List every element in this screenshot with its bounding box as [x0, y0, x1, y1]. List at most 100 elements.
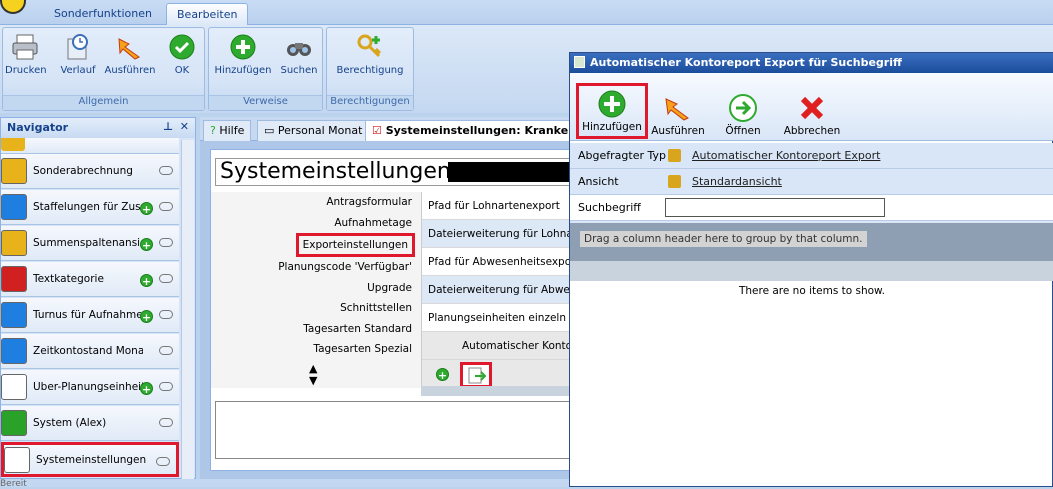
visibility-icon[interactable] [159, 346, 173, 355]
dialog-toolbar: Hinzufügen Ausführen Öffnen Abbrechen [570, 73, 1053, 141]
tab-sonderfunktionen[interactable]: Sonderfunktionen [44, 3, 162, 25]
visibility-icon[interactable] [159, 202, 173, 211]
nav-item[interactable]: Systemeinstellungen [1, 442, 179, 477]
settings-detail-item[interactable]: Dateierweiterung für Lohnarte [422, 220, 581, 248]
settings-category-item[interactable]: Schnittstellen [211, 298, 415, 319]
nav-item[interactable]: Zeitkontostand Monat [1, 334, 179, 369]
nav-item-label: Sonderabrechnung [33, 165, 133, 177]
cube-icon [1, 138, 25, 151]
history-button[interactable]: Verlauf [55, 31, 101, 76]
settings-detail-item[interactable]: Dateierweiterung für Abwesen [422, 276, 581, 304]
dialog-open-button[interactable]: Öffnen [718, 91, 768, 137]
group-by-band: Drag a column header here to group by th… [570, 223, 1053, 261]
scroll-down-icon[interactable]: ▼ [309, 374, 317, 387]
add-button[interactable]: Hinzufügen [211, 31, 275, 76]
pin-icon[interactable]: ⊥ [163, 120, 173, 133]
nav-item[interactable]: Textkategorie + [1, 262, 179, 297]
app-logo-icon[interactable] [0, 0, 26, 14]
key-icon [354, 31, 386, 63]
nav-item[interactable]: Turnus für Aufnahmeta + [1, 298, 179, 333]
settings-category-item[interactable]: Tagesarten Standard [211, 319, 415, 340]
visibility-icon[interactable] [159, 166, 173, 175]
nav-item-icon [1, 410, 27, 436]
cube-icon [668, 175, 681, 188]
nav-item[interactable]: System (Alex) [1, 406, 179, 441]
check-icon [166, 31, 198, 63]
visibility-icon[interactable] [159, 382, 173, 391]
dialog-cancel-button[interactable]: Abbrechen [780, 91, 844, 137]
view-value-link[interactable]: Standardansicht [692, 175, 782, 188]
nav-item[interactable]: Staffelungen für Zusatz+ [1, 190, 179, 225]
visibility-icon[interactable] [159, 238, 173, 247]
view-label: Ansicht [578, 175, 619, 188]
export-button[interactable] [460, 362, 492, 386]
page-title: Systemeinstellungen: [215, 158, 578, 186]
settings-detail-item[interactable]: Pfad für Abwesenheitsexport [422, 248, 581, 276]
tab-personal-monat[interactable]: ▭ Personal Monat [257, 120, 370, 141]
settings-category-item[interactable]: Antragsformular [211, 192, 415, 213]
navigator-scrollbar[interactable] [181, 140, 194, 480]
binoculars-icon [283, 31, 315, 63]
redacted-block [448, 162, 578, 182]
settings-category-item[interactable]: Exporteinstellungen [295, 233, 415, 257]
plus-icon[interactable]: + [140, 310, 153, 324]
group-by-hint: Drag a column header here to group by th… [580, 231, 867, 247]
visibility-icon[interactable] [159, 310, 173, 319]
empty-grid-message: There are no items to show. [738, 285, 886, 297]
search-label: Suchbegriff [578, 201, 641, 214]
permission-button[interactable]: Berechtigung [329, 31, 411, 76]
nav-item-label: Textkategorie [33, 273, 104, 285]
dialog-execute-button[interactable]: Ausführen [650, 91, 706, 137]
search-button[interactable]: Suchen [277, 31, 321, 76]
nav-item[interactable]: Summenspaltenansicht+ [1, 226, 179, 261]
settings-detail-item[interactable]: Planungseinheiten einzeln übe [422, 304, 581, 332]
dialog-icon [574, 56, 585, 68]
execute-button[interactable]: Ausführen [101, 31, 159, 76]
visibility-icon[interactable] [159, 274, 173, 283]
navigator-panel: Navigator ⊥ ✕ Sonderabrechnung Staffelung… [0, 117, 196, 480]
settings-category-item[interactable]: Upgrade [211, 278, 415, 299]
ok-button[interactable]: OK [163, 31, 201, 76]
tab-help[interactable]: ? Hilfe [203, 120, 252, 141]
tab-systemeinstellungen[interactable]: ☑ Systemeinstellungen: Krankenh [365, 120, 591, 141]
nav-item-label: Turnus für Aufnahmeta [33, 309, 143, 321]
settings-category-item[interactable]: Aufnahmetage [211, 213, 415, 234]
type-value-link[interactable]: Automatischer Kontoreport Export [692, 149, 880, 162]
status-bar: Bereit [0, 479, 569, 489]
nav-item-icon [1, 302, 27, 328]
cube-icon [668, 149, 681, 162]
plus-icon[interactable]: + [140, 238, 153, 252]
nav-item-icon [1, 158, 27, 184]
group-label-verweise: Verweise [209, 95, 322, 110]
dialog-title: Automatischer Kontoreport Export für Suc… [570, 53, 1053, 73]
plus-icon[interactable]: + [436, 368, 449, 382]
print-button[interactable]: Drucken [5, 31, 47, 76]
nav-item[interactable]: Über-Planungseinheit + [1, 370, 179, 405]
group-label-berechtigungen: Berechtigungen [327, 95, 413, 110]
description-box [215, 401, 575, 459]
settings-category-item[interactable]: Tagesarten Spezial [211, 339, 415, 360]
main-document-area: ? Hilfe ▭ Personal Monat ☑ Systemeinstel… [200, 117, 591, 479]
settings-detail-item[interactable]: Pfad für Lohnartenexport [422, 192, 581, 220]
printer-icon [9, 31, 41, 63]
nav-item-icon [1, 230, 27, 256]
dialog-add-button[interactable]: Hinzufügen [576, 83, 648, 139]
settings-category-list: Antragsformular Aufnahmetage Exporteinstel… [211, 192, 421, 376]
settings-detail-item[interactable]: Automatischer Kontore [422, 332, 581, 360]
plus-icon[interactable]: + [140, 202, 153, 216]
search-input[interactable] [665, 198, 885, 217]
nav-item[interactable]: Sonderabrechnung [1, 154, 179, 189]
plus-icon [595, 87, 629, 121]
help-icon: ? [210, 124, 216, 137]
plus-icon[interactable]: + [140, 382, 153, 396]
settings-category-item[interactable]: Planungscode 'Verfügbar' [211, 257, 415, 278]
visibility-icon[interactable] [156, 457, 170, 466]
close-icon[interactable]: ✕ [180, 120, 189, 133]
visibility-icon[interactable] [159, 418, 173, 427]
detail-toolbar: + [422, 360, 581, 386]
group-berechtigungen: Berechtigung Berechtigungen [326, 27, 414, 111]
tab-bearbeiten[interactable]: Bearbeiten [166, 3, 249, 25]
nav-item-partial[interactable] [1, 138, 179, 154]
plus-icon[interactable]: + [140, 274, 153, 288]
group-verweise: Hinzufügen Suchen Verweise [208, 27, 323, 111]
